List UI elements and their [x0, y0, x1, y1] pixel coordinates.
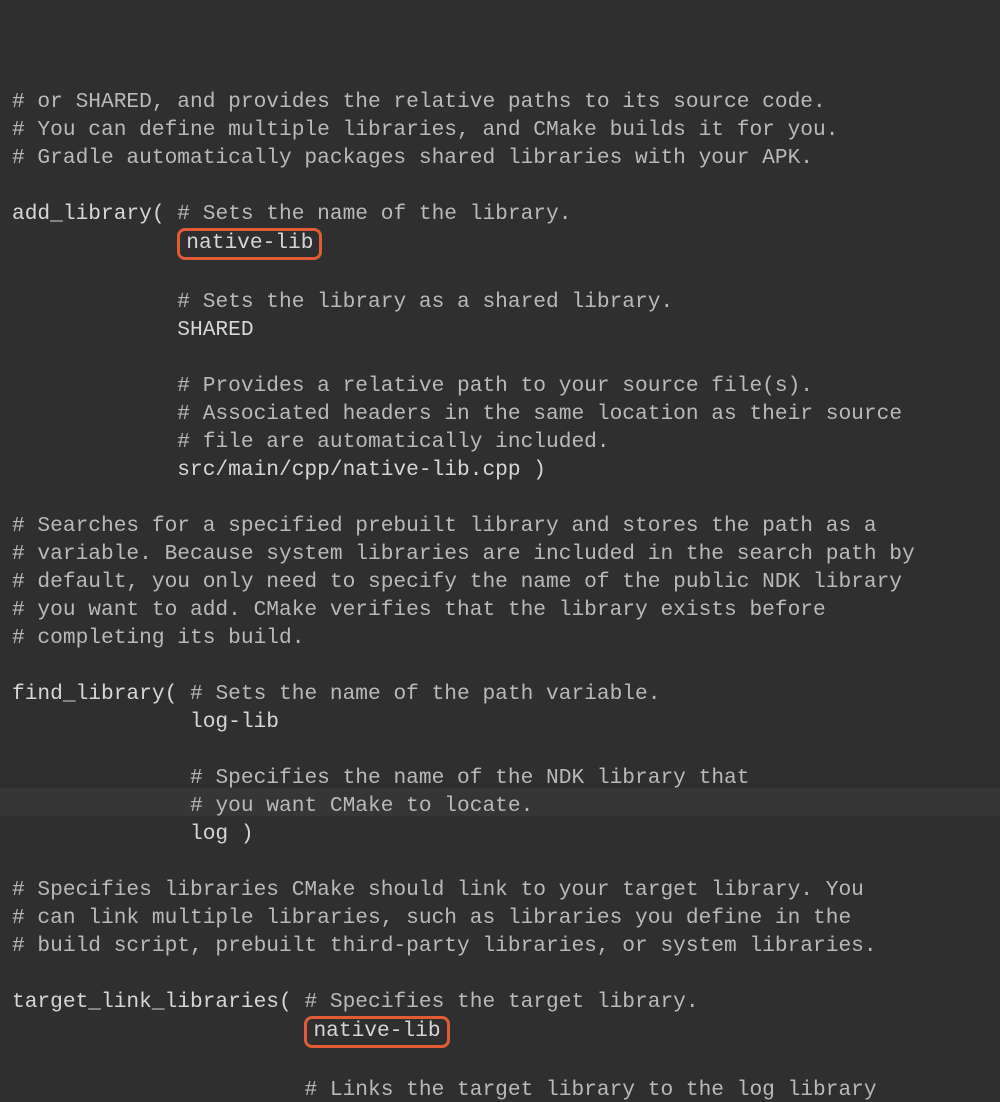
code-comment: # Associated headers in the same locatio…: [177, 402, 902, 426]
code-token: SHARED: [12, 318, 254, 342]
indent: [12, 374, 177, 398]
code-comment: # build script, prebuilt third-party lib…: [12, 934, 877, 958]
code-comment: # can link multiple libraries, such as l…: [12, 906, 851, 930]
code-comment: # Sets the library as a shared library.: [177, 290, 673, 314]
code-comment: # You can define multiple libraries, and…: [12, 118, 838, 142]
code-comment: # Specifies the target library.: [304, 990, 698, 1014]
code-comment: # variable. Because system libraries are…: [12, 542, 915, 566]
code-comment: # completing its build.: [12, 626, 304, 650]
indent: [12, 231, 177, 255]
indent: [12, 1078, 304, 1102]
indent: [12, 430, 177, 454]
code-token: add_library(: [12, 202, 177, 226]
code-comment: # Sets the name of the path variable.: [190, 682, 660, 706]
code-comment: # Links the target library to the log li…: [304, 1078, 876, 1102]
indent: [12, 402, 177, 426]
code-comment: # you want CMake to locate.: [190, 794, 533, 818]
code-comment: # Searches for a specified prebuilt libr…: [12, 514, 877, 538]
code-token: log-lib: [12, 710, 279, 734]
highlight-native-lib-add: native-lib: [177, 228, 322, 260]
indent: [12, 766, 190, 790]
code-comment: # default, you only need to specify the …: [12, 570, 902, 594]
indent: [12, 1019, 304, 1043]
code-comment: # Gradle automatically packages shared l…: [12, 146, 813, 170]
indent: [12, 290, 177, 314]
code-comment: # or SHARED, and provides the relative p…: [12, 90, 826, 114]
code-comment: # file are automatically included.: [177, 430, 609, 454]
code-token: find_library(: [12, 682, 190, 706]
code-comment: # Specifies the name of the NDK library …: [190, 766, 749, 790]
indent: [12, 794, 190, 818]
code-comment: # Provides a relative path to your sourc…: [177, 374, 813, 398]
code-token: src/main/cpp/native-lib.cpp ): [12, 458, 546, 482]
highlight-native-lib-link: native-lib: [304, 1016, 449, 1048]
code-comment: # Specifies libraries CMake should link …: [12, 878, 864, 902]
code-token: target_link_libraries(: [12, 990, 304, 1014]
code-comment: # you want to add. CMake verifies that t…: [12, 598, 826, 622]
code-comment: # Sets the name of the library.: [177, 202, 571, 226]
code-text-layer: # or SHARED, and provides the relative p…: [12, 88, 1000, 1102]
code-token: log ): [12, 822, 254, 846]
code-editor[interactable]: # or SHARED, and provides the relative p…: [0, 0, 1000, 1102]
